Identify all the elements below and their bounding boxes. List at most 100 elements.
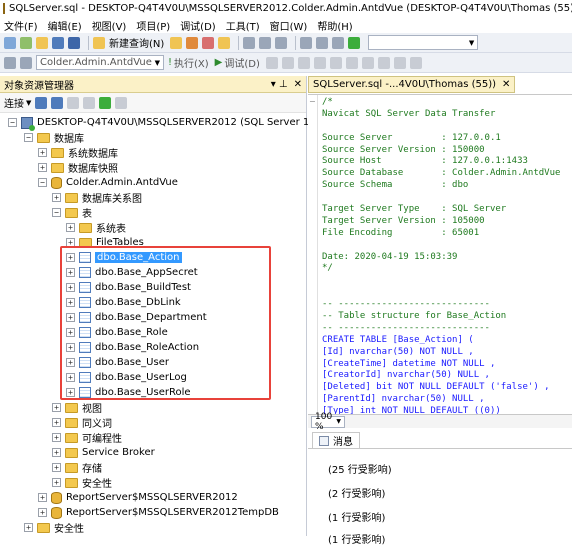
menu-debug[interactable]: 调试(D) bbox=[180, 18, 216, 33]
close-icon[interactable]: ✕ bbox=[294, 79, 302, 90]
db-query-icon[interactable] bbox=[170, 36, 183, 49]
code-line: Source Database : Colder.Admin.AntdVue bbox=[322, 168, 561, 179]
code-line: -- ---------------------------- bbox=[322, 299, 490, 310]
indent-icon[interactable] bbox=[393, 56, 406, 69]
pin-icon[interactable]: ▾ ⊥ bbox=[271, 79, 288, 90]
menu-tools[interactable]: 工具(T) bbox=[226, 18, 260, 33]
redo-icon[interactable] bbox=[316, 36, 329, 49]
solution-config-dropdown[interactable]: ▼ bbox=[368, 35, 479, 50]
new-project-icon[interactable] bbox=[4, 36, 16, 49]
mdx-icon[interactable] bbox=[202, 36, 215, 49]
summary-icon[interactable] bbox=[115, 96, 128, 109]
code-line: -- Table structure for Base_Action bbox=[322, 311, 507, 322]
cut-icon[interactable] bbox=[243, 36, 256, 49]
tree-node-views[interactable]: + 视图 bbox=[52, 400, 102, 415]
database-icon bbox=[51, 491, 62, 504]
tree-node-programmability[interactable]: + 可编程性 bbox=[52, 430, 122, 445]
new-query-icon[interactable] bbox=[93, 36, 105, 49]
stop-icon[interactable] bbox=[265, 56, 278, 69]
debug-button[interactable]: 调试(D) bbox=[224, 55, 260, 70]
messages-tab[interactable]: 消息 bbox=[312, 432, 360, 448]
xmla-icon[interactable] bbox=[218, 36, 231, 49]
connect-icon[interactable] bbox=[4, 56, 16, 69]
stop-icon[interactable] bbox=[67, 96, 80, 109]
folder-icon bbox=[79, 222, 92, 233]
tree-node-report-db[interactable]: + ReportServer$MSSQLSERVER2012 bbox=[38, 490, 238, 505]
tree-label: Service Broker bbox=[82, 447, 155, 458]
tree-node-security[interactable]: + 安全性 bbox=[24, 520, 84, 535]
menu-file[interactable]: 文件(F) bbox=[4, 18, 38, 33]
tree-node-synonyms[interactable]: + 同义词 bbox=[52, 415, 112, 430]
disconnect-icon[interactable] bbox=[51, 96, 64, 109]
uncomment-icon[interactable] bbox=[377, 56, 390, 69]
zoom-bar: 100 % ▼ bbox=[308, 412, 572, 432]
tree-node-server[interactable]: − DESKTOP-Q4T4V0U\MSSQLSERVER2012 (SQL Se… bbox=[8, 115, 341, 131]
tree-node-db-diagrams[interactable]: + 数据库关系图 bbox=[52, 190, 142, 205]
change-connection-icon[interactable] bbox=[20, 56, 32, 69]
menu-help[interactable]: 帮助(H) bbox=[317, 18, 352, 33]
tree-label: 同义词 bbox=[82, 419, 112, 430]
new-query-button[interactable]: 新建查询(N) bbox=[109, 35, 164, 50]
tree-label: 数据库关系图 bbox=[82, 194, 142, 205]
menu-window[interactable]: 窗口(W) bbox=[270, 18, 308, 33]
outdent-icon[interactable] bbox=[409, 56, 422, 69]
connect-button[interactable]: 连接 bbox=[4, 95, 24, 110]
tree-node-storage[interactable]: + 存储 bbox=[52, 460, 102, 475]
zoom-dropdown[interactable]: 100 % ▼ bbox=[311, 412, 345, 432]
comment-icon[interactable] bbox=[361, 56, 374, 69]
menu-view[interactable]: 视图(V) bbox=[92, 18, 127, 33]
close-tab-icon[interactable]: ✕ bbox=[502, 79, 510, 90]
tree-node-db-security[interactable]: + 安全性 bbox=[52, 475, 112, 490]
filter-icon[interactable] bbox=[83, 96, 96, 109]
tree-label: 数据库快照 bbox=[68, 164, 118, 175]
analysis-icon[interactable] bbox=[186, 36, 199, 49]
message-line: (1 行受影响) bbox=[328, 535, 386, 546]
save-icon[interactable] bbox=[52, 36, 64, 49]
menu-project[interactable]: 项目(P) bbox=[136, 18, 170, 33]
plan-icon[interactable] bbox=[297, 56, 310, 69]
chevron-down-icon[interactable]: ▼ bbox=[26, 99, 31, 107]
folder-icon bbox=[65, 192, 78, 203]
start-icon[interactable] bbox=[348, 36, 361, 49]
tree-node-report-temp-db[interactable]: + ReportServer$MSSQLSERVER2012TempDB bbox=[38, 505, 279, 520]
execute-button[interactable]: 执行(X) bbox=[174, 55, 209, 70]
tree-node-databases[interactable]: − 数据库 bbox=[24, 130, 84, 145]
tree-node-db-snapshots[interactable]: + 数据库快照 bbox=[38, 160, 118, 175]
tree-node-system-tables[interactable]: + 系统表 bbox=[66, 220, 126, 235]
save-all-icon[interactable] bbox=[68, 36, 80, 49]
tree-node-tables[interactable]: − 表 bbox=[52, 205, 92, 220]
editor-gutter: − bbox=[308, 95, 318, 414]
object-explorer-panel: 对象资源管理器 ▾ ⊥ ✕ 连接 ▼ − DESKTOP-Q4T4V0U\MSSQL… bbox=[0, 76, 341, 536]
add-item-icon[interactable] bbox=[20, 36, 32, 49]
open-folder-icon[interactable] bbox=[36, 36, 48, 49]
folder-icon bbox=[65, 447, 78, 458]
debug-icon[interactable]: ▶ bbox=[215, 57, 223, 68]
results-grid-icon[interactable] bbox=[329, 56, 342, 69]
database-dropdown[interactable]: Colder.Admin.AntdVue ▼ bbox=[36, 55, 164, 70]
tree-node-system-databases[interactable]: + 系统数据库 bbox=[38, 145, 118, 160]
connect-server-icon[interactable] bbox=[35, 96, 48, 109]
code-line: CREATE TABLE [Base_Action] ( bbox=[322, 334, 474, 345]
editor-tab[interactable]: SQLServer.sql -...4V0U\Thomas (55)) ✕ bbox=[308, 76, 516, 93]
copy-icon[interactable] bbox=[259, 36, 272, 49]
tree-label: 安全性 bbox=[82, 479, 112, 490]
intellisense-icon[interactable] bbox=[313, 56, 326, 69]
paste-icon[interactable] bbox=[275, 36, 288, 49]
execute-icon[interactable]: ! bbox=[168, 57, 172, 68]
tree-node-database[interactable]: − Colder.Admin.AntdVue bbox=[38, 175, 178, 190]
parse-icon[interactable] bbox=[281, 56, 294, 69]
folder-icon bbox=[65, 432, 78, 443]
folder-icon bbox=[51, 147, 64, 158]
undo-icon[interactable] bbox=[300, 36, 313, 49]
code-line: Target Server Version : 105000 bbox=[322, 215, 485, 226]
object-explorer-header: 对象资源管理器 ▾ ⊥ ✕ bbox=[0, 76, 306, 93]
results-text-icon[interactable] bbox=[345, 56, 358, 69]
menu-edit[interactable]: 编辑(E) bbox=[48, 18, 82, 33]
sql-editor[interactable]: − /* Navicat SQL Server Data Transfer Sour… bbox=[308, 94, 572, 414]
refresh-icon[interactable] bbox=[99, 96, 112, 109]
tree-node-service-broker[interactable]: + Service Broker bbox=[52, 445, 155, 460]
nav-icon[interactable] bbox=[332, 36, 345, 49]
object-explorer-title: 对象资源管理器 bbox=[4, 80, 74, 92]
